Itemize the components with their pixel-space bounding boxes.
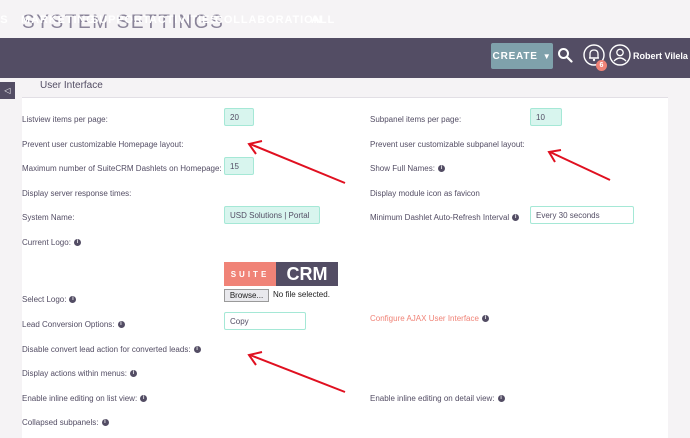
info-icon[interactable]: i [73, 239, 81, 246]
browse-button[interactable]: Browse... [224, 289, 269, 302]
disable-convert-label: Disable convert lead action for converte… [22, 345, 201, 354]
create-button-label: CREATE [492, 50, 538, 62]
sidebar-toggle-button[interactable]: ◁ [0, 82, 15, 99]
nav-item-support[interactable]: SUPPORT [91, 14, 150, 26]
prevent-subpanel-label: Prevent user customizable subpanel layou… [370, 140, 525, 149]
listview-items-input[interactable]: 20 [224, 108, 254, 126]
actions-menus-label: Display actions within menus: i [22, 369, 137, 378]
info-icon[interactable]: i [101, 419, 109, 426]
info-icon[interactable]: i [512, 214, 520, 221]
collapsed-subpanels-label: Collapsed subpanels: i [22, 418, 109, 427]
suitecrm-logo: SUITE CRM [224, 262, 338, 286]
prevent-homepage-label: Prevent user customizable Homepage layou… [22, 140, 184, 149]
listview-items-label: Listview items per page: [22, 115, 108, 124]
max-dashlets-input[interactable]: 15 [224, 157, 254, 175]
subpanel-items-input[interactable]: 10 [530, 108, 562, 126]
logo-suite-text: SUITE [224, 262, 276, 286]
user-name[interactable]: Robert Vilela [633, 51, 688, 61]
info-icon[interactable]: i [129, 370, 137, 377]
panel-header-title: User Interface [40, 80, 103, 91]
panel-header [22, 78, 668, 98]
info-icon[interactable]: i [481, 315, 489, 322]
min-refresh-label: Minimum Dashlet Auto-Refresh Interval i [370, 213, 520, 222]
nav-item-sales[interactable]: ES [0, 14, 8, 26]
nav-item-activities[interactable]: ACTIVITIES [149, 14, 219, 26]
subpanel-items-label: Subpanel items per page: [370, 115, 462, 124]
info-icon[interactable]: i [437, 165, 445, 172]
no-file-selected-text: No file selected. [273, 290, 330, 299]
search-icon[interactable] [557, 47, 573, 63]
info-icon[interactable]: i [140, 395, 148, 402]
current-logo-label: Current Logo: i [22, 238, 81, 247]
show-full-names-label: Show Full Names: i [370, 164, 445, 173]
lead-conversion-select[interactable]: Copy [224, 312, 306, 330]
info-icon[interactable]: i [497, 395, 505, 402]
system-name-input[interactable]: USD Solutions | Portal [224, 206, 320, 224]
nav-item-collaboration[interactable]: COLLABORATION [215, 14, 322, 26]
arrow-left-icon: ◁ [4, 86, 11, 95]
notification-badge: 6 [596, 60, 607, 71]
settings-panel [22, 78, 668, 438]
info-icon[interactable]: i [117, 321, 125, 328]
favicon-label: Display module icon as favicon [370, 189, 480, 198]
caret-down-icon: ▼ [542, 51, 552, 61]
nav-item-marketing[interactable]: MARKETING [21, 14, 96, 26]
info-icon[interactable]: i [69, 296, 77, 303]
user-avatar-icon[interactable] [609, 44, 631, 66]
lead-conversion-label: Lead Conversion Options: i [22, 320, 125, 329]
nav-item-all[interactable]: ALL [311, 14, 335, 26]
max-dashlets-label: Maximum number of SuiteCRM Dashlets on H… [22, 164, 222, 173]
logo-crm-text: CRM [276, 262, 338, 286]
select-logo-label: Select Logo: i [22, 295, 77, 304]
server-response-label: Display server response times: [22, 189, 132, 198]
inline-list-label: Enable inline editing on list view: i [22, 394, 148, 403]
system-name-label: System Name: [22, 213, 75, 222]
min-refresh-select[interactable]: Every 30 seconds [530, 206, 634, 224]
info-icon[interactable]: i [193, 346, 201, 353]
create-button[interactable]: CREATE ▼ [491, 43, 553, 69]
configure-ajax-link[interactable]: Configure AJAX User Interface i [370, 314, 489, 323]
inline-detail-label: Enable inline editing on detail view: i [370, 394, 505, 403]
